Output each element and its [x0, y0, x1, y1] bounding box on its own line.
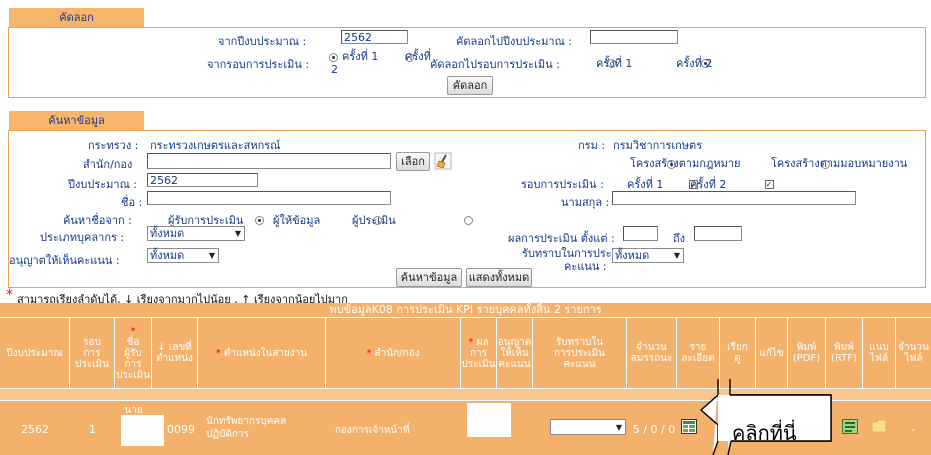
lastname-input[interactable]: [612, 191, 856, 205]
ack-select[interactable]: ทั้งหมด ▼: [612, 248, 684, 263]
approve-label: อนุญาตให้เห็นคะแนน :: [9, 254, 120, 267]
ministry-value: กระทรวงเกษตรและสหกรณ์: [150, 139, 281, 152]
structure-law-label: โครงสร้างตามกฎหมาย: [630, 157, 741, 170]
result-to-input[interactable]: [694, 226, 742, 241]
col-round-header[interactable]: รอบ การ ประเมิน: [70, 318, 115, 388]
col-allow-header[interactable]: อนุญาต ให้เห็น คะแนน: [497, 318, 533, 388]
results-summary: พบข้อมูลK08 การประเมิน KPI รายบุคคลทั้งส…: [0, 303, 931, 317]
required-asterisk: *: [6, 287, 13, 303]
callout-text: คลิกที่นี่: [732, 421, 797, 445]
structure-assign-label: โครงสร้างตามมอบหมายงาน: [771, 157, 908, 170]
search-from-evaluator-radio[interactable]: [464, 215, 473, 225]
col-attach-header[interactable]: แนบ ไฟล์: [863, 318, 896, 388]
chevron-down-icon: ▼: [673, 251, 680, 260]
row-position-no: 0099: [167, 422, 195, 436]
search-from-label: ค้นหาชื่อจาก :: [63, 214, 132, 227]
year-label: ปีงบประมาณ :: [68, 178, 137, 191]
col-name-header[interactable]: * ชื่อ ผู้รับ การ ประเมิน: [115, 318, 152, 388]
to-round-label: คัดลอกไปรอบการประเมิน :: [430, 58, 560, 71]
row-position-name: นักทรัพยากรบุคคล ปฏิบัติการ: [206, 416, 287, 440]
col-year-header[interactable]: ปีงบประมาณ: [0, 318, 70, 388]
rtf-icon[interactable]: [842, 419, 858, 437]
select-office-button[interactable]: เลือก: [396, 152, 430, 171]
attach-folder-icon[interactable]: [871, 419, 887, 436]
col-files-header[interactable]: จำนวน ไฟล์: [896, 318, 931, 388]
department-label: กรม :: [578, 139, 606, 152]
from-year-input[interactable]: 2562: [341, 30, 408, 44]
col-count-header[interactable]: จำนวน สมรรถนะ: [627, 318, 677, 388]
personnel-type-label: ประเภทบุคลากร :: [40, 231, 125, 244]
approve-select[interactable]: ทั้งหมด ▼: [147, 248, 219, 263]
col-office-header[interactable]: * สำนัก/กอง: [326, 318, 461, 388]
search-button[interactable]: ค้นหาข้อมูล: [396, 268, 462, 287]
year-input[interactable]: 2562: [147, 173, 258, 187]
chevron-down-icon: ▼: [234, 229, 241, 238]
ack-label-2: คะแนน :: [564, 260, 607, 273]
from-round-label: จากรอบการประเมิน :: [207, 58, 310, 71]
copy-button[interactable]: คัดลอก: [447, 76, 493, 95]
round2-checkbox[interactable]: ✓: [764, 179, 774, 189]
clear-broom-icon[interactable]: [434, 152, 452, 170]
chevron-down-icon: ▼: [208, 251, 215, 260]
firstname-input[interactable]: [147, 191, 391, 205]
row-office: กองการเจ้าหน้าที่: [335, 425, 410, 436]
firstname-label: ชื่อ :: [121, 196, 143, 209]
search-from-informant-label: ผู้ให้ข้อมูล: [273, 214, 321, 227]
from-round2-label: ครั้งที่: [405, 50, 431, 63]
row-result-redacted: [467, 403, 511, 437]
row-files: -: [911, 422, 916, 436]
lastname-label: นามสกุล :: [561, 196, 610, 209]
to-round1-label: ครั้งที่ 1: [596, 57, 633, 70]
round2-wrap-text: 2: [331, 63, 338, 76]
from-round1-radio[interactable]: [329, 52, 338, 62]
detail-icon[interactable]: [681, 419, 697, 437]
office-label: สำนัก/กอง: [83, 158, 133, 171]
from-round1-label: ครั้งที่ 1: [342, 50, 379, 63]
department-value: กรมวิชาการเกษตร: [613, 139, 703, 152]
chevron-down-icon: ▼: [615, 423, 622, 432]
copy-tab: คัดลอก: [9, 8, 144, 27]
row-name-redacted: [121, 415, 164, 446]
to-year-input[interactable]: [590, 30, 678, 44]
round-label: รอบการประเมิน :: [521, 178, 604, 191]
to-year-label: คัดลอกไปปีงบประมาณ :: [456, 35, 572, 48]
ministry-label: กระทรวง :: [88, 139, 139, 152]
search-from-evaluator-label: ผู้ประเมิน: [352, 214, 396, 227]
from-year-label: จากปีงบประมาณ :: [218, 35, 307, 48]
row-round: 1: [89, 422, 96, 436]
col-result-header[interactable]: * ผล การ ประเมิน: [461, 318, 497, 388]
col-posno-header[interactable]: ↓ เลขที่ ตำแหน่ง: [152, 318, 198, 388]
office-input[interactable]: [147, 153, 391, 169]
col-position-header[interactable]: * ตำแหน่งในสายงาน: [198, 318, 326, 388]
col-ack-header[interactable]: รับทราบใน การประเมิน คะแนน: [533, 318, 627, 388]
result-to-label: ถึง: [673, 232, 686, 245]
search-tab: ค้นหาข้อมูล: [9, 111, 144, 130]
row-year: 2562: [21, 422, 49, 436]
row-count: 5 / 0 / 0: [632, 422, 676, 436]
personnel-type-select[interactable]: ทั้งหมด ▼: [147, 226, 245, 241]
search-from-evaluatee-radio[interactable]: [255, 215, 264, 225]
result-from-input[interactable]: [623, 226, 658, 241]
show-all-button[interactable]: แสดงทั้งหมด: [466, 268, 532, 287]
to-round2-label: ครั้งที่ 2: [676, 57, 713, 70]
row-ack-select[interactable]: ▼: [550, 419, 626, 435]
